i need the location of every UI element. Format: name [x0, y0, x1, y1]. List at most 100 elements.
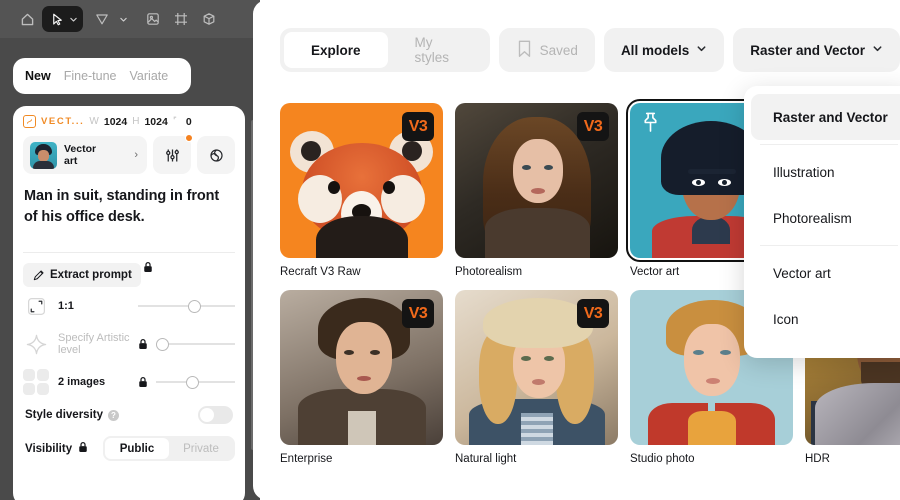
type-chevron-down-icon — [872, 43, 883, 57]
select-tool-group[interactable] — [42, 6, 83, 32]
width-value[interactable]: 1024 — [104, 116, 127, 128]
app-root: New Fine-tune Variate VECT... W 1024 H 1… — [0, 0, 900, 500]
style-thumbnail[interactable]: V3 — [280, 290, 443, 445]
help-icon[interactable]: ? — [107, 409, 119, 421]
prompt-text[interactable]: Man in suit, standing in front of his of… — [13, 174, 245, 228]
style-selector[interactable]: Vector art › — [23, 136, 147, 174]
style-card-label: Recraft V3 Raw — [280, 266, 361, 278]
artistic-level-label: Specify Artistic level — [58, 332, 130, 356]
visibility-option-private[interactable]: Private — [169, 438, 233, 459]
style-card-label: Enterprise — [280, 453, 333, 465]
shape-tool-icon[interactable] — [89, 6, 115, 32]
explore-tabs: Explore My styles — [280, 28, 490, 72]
aspect-ratio-slider[interactable] — [138, 299, 235, 313]
style-diversity-row: Style diversity ? — [13, 401, 245, 424]
style-name-line2: art — [64, 155, 78, 167]
shape-tool-chevron-down-icon[interactable] — [117, 6, 131, 32]
extract-prompt-lock-icon[interactable] — [143, 260, 153, 278]
artistic-level-lock-icon[interactable] — [138, 338, 148, 350]
models-filter-button[interactable]: All models — [603, 28, 725, 72]
style-chevron-right-icon[interactable]: › — [134, 149, 140, 161]
vector-layer-icon — [23, 115, 36, 128]
models-filter-label: All models — [620, 42, 690, 58]
style-card[interactable]: V3 Natural light — [455, 290, 618, 465]
tab-fine-tune[interactable]: Fine-tune — [64, 69, 117, 83]
height-value[interactable]: 1024 — [144, 116, 167, 128]
version-badge: V3 — [577, 112, 609, 141]
workspace-panel: New Fine-tune Variate VECT... W 1024 H 1… — [0, 0, 260, 500]
rotation-value[interactable]: 0 — [186, 116, 192, 128]
tab-my-styles[interactable]: My styles — [388, 32, 486, 68]
image-count-slider[interactable] — [156, 375, 235, 389]
style-thumbnail[interactable]: V3 — [280, 103, 443, 258]
control-artistic-level: Specify Artistic level — [13, 325, 245, 363]
image-count-icon[interactable] — [23, 368, 50, 396]
tab-new[interactable]: New — [25, 69, 51, 83]
extract-prompt-row: Extract prompt — [13, 253, 245, 287]
layer-meta-row: VECT... W 1024 H 1024 0 — [13, 106, 245, 132]
style-selector-row: Vector art › — [13, 132, 245, 174]
style-thumbnail[interactable]: V3 — [455, 290, 618, 445]
dropdown-item-icon[interactable]: Icon — [751, 296, 900, 342]
saved-filter-button[interactable]: Saved — [498, 28, 595, 72]
prompt-mode-tabs: New Fine-tune Variate — [13, 58, 191, 94]
visibility-label: Visibility — [25, 442, 73, 455]
type-filter-button[interactable]: Raster and Vector — [733, 28, 900, 72]
version-badge: V3 — [577, 299, 609, 328]
artistic-level-slider[interactable] — [156, 337, 235, 351]
pin-icon[interactable] — [641, 111, 660, 139]
image-count-label: 2 images — [58, 376, 106, 388]
style-card[interactable]: V3 Recraft V3 Raw — [280, 103, 443, 278]
home-icon[interactable] — [14, 6, 40, 32]
type-filter-dropdown: Raster and Vector Illustration Photoreal… — [744, 86, 900, 358]
control-aspect-ratio: 1:1 — [13, 287, 245, 325]
tab-variate[interactable]: Variate — [130, 69, 169, 83]
visibility-segmented-control: Public Private — [103, 436, 235, 461]
visibility-row: Visibility Public Private — [13, 424, 245, 461]
bookmark-icon — [516, 39, 533, 62]
style-card[interactable]: V3 Photorealism — [455, 103, 618, 278]
artistic-level-icon[interactable] — [23, 331, 50, 358]
tab-explore[interactable]: Explore — [284, 32, 388, 68]
aspect-ratio-icon[interactable] — [23, 293, 50, 320]
style-card[interactable]: V3 Enterprise — [280, 290, 443, 465]
settings-badge-dot — [185, 134, 193, 142]
dropdown-item-vector-art[interactable]: Vector art — [751, 250, 900, 296]
style-diversity-toggle[interactable] — [198, 406, 233, 424]
main-toolbar: Explore My styles Saved All models Raste… — [253, 0, 900, 72]
dropdown-item-illustration[interactable]: Illustration — [751, 149, 900, 195]
style-card-label: Natural light — [455, 453, 517, 465]
sliders-icon[interactable] — [153, 134, 193, 174]
rotation-icon — [173, 116, 181, 127]
style-name-line1: Vector — [64, 143, 97, 155]
prompt-panel: VECT... W 1024 H 1024 0 Vector art › Man… — [13, 106, 245, 500]
style-thumbnail[interactable]: V3 — [455, 103, 618, 258]
extract-prompt-button[interactable]: Extract prompt — [23, 263, 141, 287]
height-label: H — [132, 116, 140, 127]
control-image-count: 2 images — [13, 363, 245, 401]
extract-prompt-label: Extract prompt — [50, 269, 132, 281]
type-filter-label: Raster and Vector — [750, 42, 865, 58]
models-chevron-down-icon — [696, 43, 707, 57]
shuffle-icon[interactable] — [197, 136, 235, 174]
dropdown-separator — [760, 144, 898, 145]
frame-tool-icon[interactable] — [168, 6, 194, 32]
select-tool-chevron-down-icon[interactable] — [69, 15, 80, 24]
aspect-ratio-label: 1:1 — [58, 300, 74, 312]
saved-label: Saved — [539, 42, 578, 58]
visibility-lock-icon[interactable] — [78, 440, 88, 458]
style-diversity-label: Style diversity — [25, 409, 103, 421]
dropdown-item-photorealism[interactable]: Photorealism — [751, 195, 900, 241]
style-card-label: Studio photo — [630, 453, 695, 465]
visibility-option-public[interactable]: Public — [105, 438, 169, 459]
width-label: W — [89, 116, 99, 127]
style-card-label: Photorealism — [455, 266, 523, 278]
style-name: Vector art — [64, 143, 96, 167]
version-badge: V3 — [402, 299, 434, 328]
select-tool-icon[interactable] — [46, 8, 68, 30]
dropdown-item-raster-and-vector[interactable]: Raster and Vector — [751, 94, 900, 140]
mockup-tool-icon[interactable] — [196, 6, 222, 32]
image-tool-icon[interactable] — [140, 6, 166, 32]
style-thumbnail — [30, 141, 57, 169]
image-count-lock-icon[interactable] — [138, 376, 148, 388]
